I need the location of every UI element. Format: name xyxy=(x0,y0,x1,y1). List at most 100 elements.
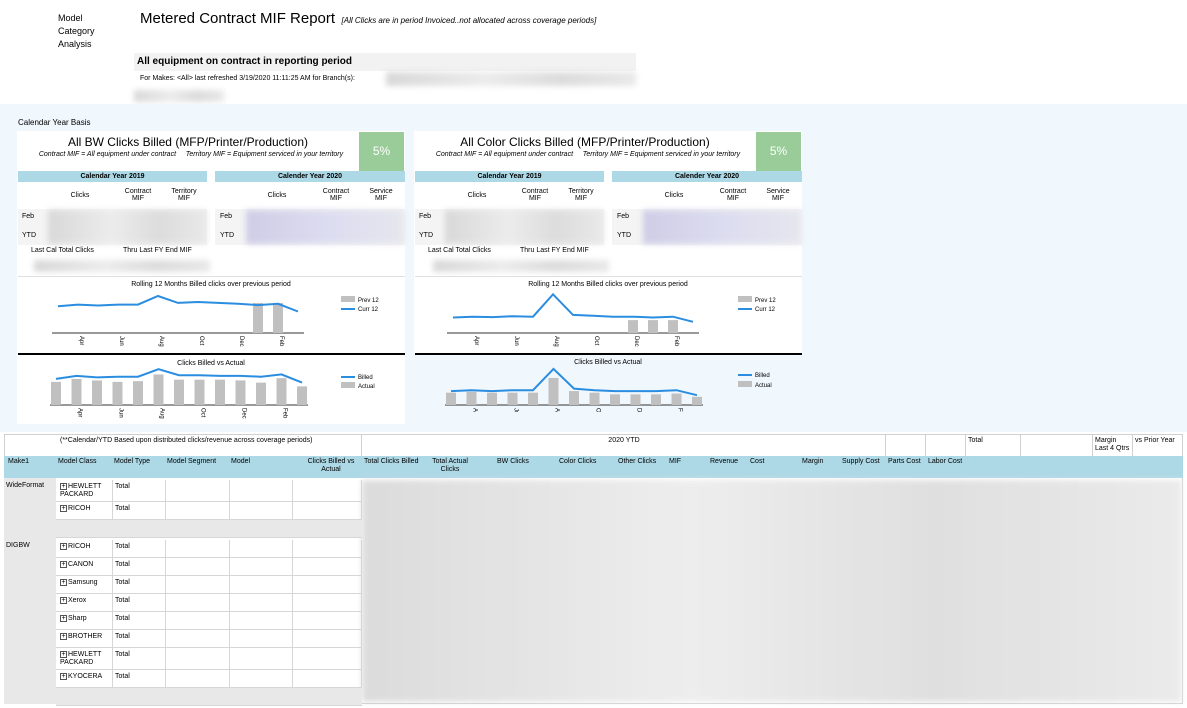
expand-icon[interactable]: + xyxy=(60,483,67,490)
tick-label: Apr xyxy=(78,336,84,345)
expand-icon[interactable]: + xyxy=(60,561,67,568)
model-class-label: BROTHER xyxy=(68,633,103,640)
column-header-parts-cost[interactable]: Parts Cost xyxy=(888,458,926,466)
model-class-label: Xerox xyxy=(68,597,87,604)
expand-model-class[interactable]: + Xerox xyxy=(60,597,110,605)
column-header-other-clicks[interactable]: Other Clicks xyxy=(618,458,664,466)
bw-note-right: Territory MIF = Equipment serviced in yo… xyxy=(185,151,344,158)
model-class-label: Samsung xyxy=(68,579,98,586)
column-header-margin[interactable]: Margin xyxy=(802,458,840,466)
bar-actual xyxy=(569,391,579,405)
column-header-revenue[interactable]: Revenue xyxy=(710,458,748,466)
column-header-mif[interactable]: MIF xyxy=(669,458,705,466)
bw-totals-redacted xyxy=(34,260,210,272)
expand-model-class[interactable]: + RICOH xyxy=(60,505,110,513)
expand-model-class[interactable]: + HEWLETT PACKARD xyxy=(60,651,110,667)
expand-icon[interactable]: + xyxy=(60,543,67,550)
expand-model-class[interactable]: + KYOCERA xyxy=(60,673,110,681)
branch-redacted-2 xyxy=(134,90,224,102)
bar-actual xyxy=(651,394,661,405)
tick-label: Jun xyxy=(118,408,124,418)
tick-label: Oct xyxy=(593,336,599,346)
bar-actual xyxy=(153,374,164,405)
column-header-total-clicks-billed[interactable]: Total Clicks Billed xyxy=(364,458,426,466)
expand-icon[interactable]: + xyxy=(60,597,67,604)
column-header-model-segment[interactable]: Model Segment xyxy=(167,458,229,466)
expand-model-class[interactable]: + RICOH xyxy=(60,543,110,551)
color-last-cal: Last Cal Total Clicks xyxy=(428,247,491,254)
tick-label: Apr xyxy=(472,408,478,412)
bar-prev-12 xyxy=(253,302,263,333)
report-subtitle: [All Clicks are in period Invoiced..not … xyxy=(341,16,597,25)
model-category-analysis-link[interactable]: Model Category Analysis xyxy=(58,12,95,51)
expand-model-class[interactable]: + Samsung xyxy=(60,579,110,587)
model-class-label: RICOH xyxy=(68,543,91,550)
bw-billed-chart: Clicks Billed vs Actual Apr Jun Aug Oct Dec F… xyxy=(50,360,375,419)
bw-billed-title: Clicks Billed vs Actual xyxy=(177,360,245,367)
expand-model-class[interactable]: + BROTHER xyxy=(60,633,110,641)
expand-icon[interactable]: + xyxy=(60,673,67,680)
column-header-clicks-billed-vs-actual[interactable]: Clicks Billed vs Actual xyxy=(302,458,360,474)
expand-icon[interactable]: + xyxy=(60,633,67,640)
tick-label: Aug xyxy=(554,408,560,412)
bar-prev-12 xyxy=(628,320,638,333)
column-header-cost[interactable]: Cost xyxy=(750,458,798,466)
color-col-contract-b: Contract MIF xyxy=(719,188,747,202)
column-header-color-clicks[interactable]: Color Clicks xyxy=(559,458,615,466)
bw-thru-fy: Thru Last FY End MIF xyxy=(123,247,192,254)
expand-model-class[interactable]: + CANON xyxy=(60,561,110,569)
expand-model-class[interactable]: + HEWLETT PACKARD xyxy=(60,483,110,499)
model-class-label: KYOCERA xyxy=(68,673,103,680)
tick-label: Feb xyxy=(278,336,284,347)
expand-icon[interactable]: + xyxy=(60,505,67,512)
column-header-total-actual-clicks[interactable]: Total Actual Clicks xyxy=(430,458,470,474)
tick-label: Apr xyxy=(473,336,479,345)
bar-actual xyxy=(548,377,559,405)
column-header-bw-clicks[interactable]: BW Clicks xyxy=(497,458,541,466)
vs-prior-header: vs Prior Year xyxy=(1135,437,1175,444)
model-type-label: Total xyxy=(115,615,130,622)
bar-actual xyxy=(297,386,307,405)
expand-model-class[interactable]: + Sharp xyxy=(60,615,110,623)
column-header-labor-cost[interactable]: Labor Cost xyxy=(928,458,968,466)
color-row-ytd-b: YTD xyxy=(617,232,631,239)
color-col-clicks-a: Clicks xyxy=(467,192,487,199)
bar-prev-12 xyxy=(273,302,283,333)
bw-col-service-b: Service MIF xyxy=(369,188,393,202)
bar-actual xyxy=(92,380,102,405)
bw-last-cal: Last Cal Total Clicks xyxy=(31,247,94,254)
model-class-label: CANON xyxy=(68,561,94,568)
column-header-make1[interactable]: Make1 xyxy=(8,458,56,466)
column-header-model-type[interactable]: Model Type xyxy=(114,458,164,466)
expand-icon[interactable]: + xyxy=(60,651,67,658)
bar-actual xyxy=(71,378,82,405)
bar-actual xyxy=(528,392,538,405)
bar-actual xyxy=(194,379,205,405)
column-header-supply-cost[interactable]: Supply Cost xyxy=(842,458,886,466)
color-totals-redacted xyxy=(433,260,609,272)
column-header-model[interactable]: Model xyxy=(231,458,299,466)
bw-title: All BW Clicks Billed (MFP/Printer/Produc… xyxy=(67,135,309,149)
bar-actual xyxy=(671,393,682,405)
color-note-right: Territory MIF = Equipment serviced in yo… xyxy=(582,151,741,158)
tick-label: Oct xyxy=(595,408,601,412)
expand-icon[interactable]: + xyxy=(60,579,67,586)
tick-label: Dec xyxy=(241,408,247,419)
color-col-territory-a: Territory MIF xyxy=(568,188,594,202)
tick-label: Dec xyxy=(636,408,642,412)
bw-year-a: Calendar Year 2019 xyxy=(18,171,207,182)
column-header-model-class[interactable]: Model Class xyxy=(58,458,112,466)
color-year-b: Calender Year 2020 xyxy=(612,171,802,182)
bar-actual xyxy=(630,394,641,405)
tick-label: Feb xyxy=(677,408,683,412)
expand-icon[interactable]: + xyxy=(60,615,67,622)
ytd-header: 2020 YTD xyxy=(608,437,640,444)
bw-legend-billed: Billed xyxy=(358,375,373,381)
bar-actual xyxy=(276,378,287,405)
bw-rolling-chart: Rolling 12 Months Billed clicks over pre… xyxy=(52,281,379,347)
color-percent-badge: 5% xyxy=(756,132,801,171)
color-legend-actual: Actual xyxy=(755,383,772,389)
model-type-label: Total xyxy=(115,633,130,640)
bw-note-left: Contract MIF = All equipment under contr… xyxy=(38,151,177,158)
group-subtotal-row xyxy=(56,688,362,706)
